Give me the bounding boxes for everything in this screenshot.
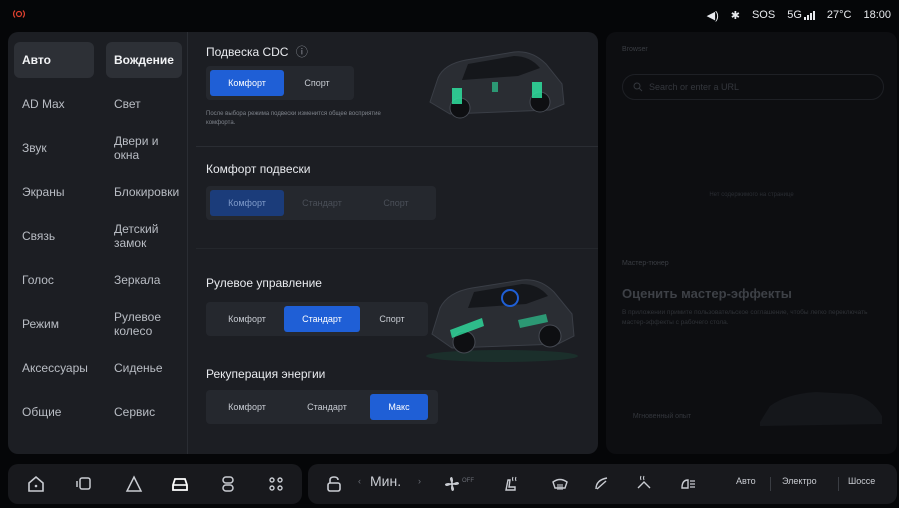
nav-item-connection[interactable]: Связь — [14, 218, 94, 254]
steering-sport-option[interactable]: Спорт — [360, 306, 424, 332]
instant-experience-button[interactable]: Мгновенный опыт — [622, 412, 702, 422]
media-icon[interactable] — [74, 474, 94, 494]
car-silhouette-icon — [760, 392, 882, 426]
browser-label: Browser — [622, 46, 648, 53]
settings-panel: Авто AD Max Звук Экраны Связь Голос Режи… — [8, 32, 598, 454]
seat-heat-icon[interactable] — [500, 474, 520, 494]
dock-apps — [8, 464, 302, 504]
nav-item-mirrors[interactable]: Зеркала — [106, 262, 182, 298]
signal-icon — [803, 10, 815, 20]
network-indicator: 5G — [787, 9, 815, 21]
regen-segmented-control: Комфорт Стандарт Макс — [206, 390, 438, 424]
recording-indicator-icon — [12, 8, 26, 22]
widget-panel: Browser Search or enter a URL Нет содерж… — [606, 32, 897, 454]
regen-max-option[interactable]: Макс — [370, 394, 428, 420]
regen-comfort-option[interactable]: Комфорт — [210, 394, 284, 420]
lock-icon[interactable] — [324, 474, 344, 494]
no-content-text: Нет содержимого на странице — [709, 192, 794, 198]
seat-icon[interactable] — [218, 474, 238, 494]
browser-search-bar[interactable]: Search or enter a URL — [622, 74, 884, 100]
dock-separator — [838, 477, 839, 491]
cdc-comfort-option[interactable]: Комфорт — [210, 70, 284, 96]
fan-speed-value: Мин. — [370, 473, 402, 489]
cdc-segmented-control: Комфорт Спорт — [206, 66, 354, 100]
nav-item-doors-windows[interactable]: Двери и окна — [106, 130, 182, 166]
volume-icon[interactable]: ◀) — [707, 9, 719, 22]
search-placeholder: Search or enter a URL — [649, 82, 740, 92]
nav-item-sound[interactable]: Звук — [14, 130, 94, 166]
cdc-sport-option[interactable]: Спорт — [284, 70, 350, 96]
steering-comfort-option[interactable]: Комфорт — [210, 306, 284, 332]
home-icon[interactable] — [26, 474, 46, 494]
master-tuner-description: В приложении примите пользовательское со… — [622, 309, 868, 326]
master-tuner-title[interactable]: Оценить мастер-эффекты — [622, 286, 792, 301]
car-settings-icon[interactable] — [170, 474, 190, 494]
suspension-comfort-title: Комфорт подвески — [206, 162, 311, 176]
apps-grid-icon[interactable] — [266, 474, 286, 494]
fan-icon[interactable] — [442, 474, 462, 494]
car-suspension-illustration — [429, 51, 565, 119]
regen-title: Рекуперация энергии — [206, 367, 326, 381]
info-icon[interactable]: ⓘ — [296, 45, 308, 59]
car-steering-illustration — [426, 279, 578, 362]
drive-mode-electric-button[interactable]: Электро — [782, 476, 817, 486]
dock-climate: ‹ Мин. › OFF Авто Электро Шоссе — [308, 464, 897, 504]
nav-item-steering-wheel[interactable]: Рулевое колесо — [106, 306, 182, 342]
nav-item-mode[interactable]: Режим — [14, 306, 94, 342]
nav-item-accessories[interactable]: Аксессуары — [14, 350, 94, 386]
nav-item-locks[interactable]: Блокировки — [106, 174, 182, 210]
secondary-nav: Вождение Свет Двери и окна Блокировки Де… — [100, 32, 188, 454]
nav-item-lights[interactable]: Свет — [106, 86, 182, 122]
cdc-title: Подвеска CDC — [206, 45, 289, 59]
master-tuner-label: Мастер-тюнер — [622, 260, 669, 267]
nav-item-auto[interactable]: Авто — [14, 42, 94, 78]
temperature: 27°C — [826, 9, 852, 21]
settings-content: Подвеска CDC ⓘ Комфорт Спорт После выбор… — [196, 32, 598, 454]
fan-speed-decrease-icon[interactable]: ‹ — [358, 476, 361, 486]
divider — [196, 146, 598, 147]
nav-item-voice[interactable]: Голос — [14, 262, 94, 298]
cdc-note: После выбора режима подвески изменится о… — [206, 111, 381, 126]
network-type: 5G — [787, 9, 802, 21]
suspension-sport-option[interactable]: Спорт — [360, 190, 432, 216]
rear-defrost-icon[interactable] — [550, 474, 570, 494]
bluetooth-icon[interactable]: ✱ — [731, 9, 740, 22]
sos-button[interactable]: SOS — [752, 9, 775, 21]
steering-heat-icon[interactable] — [634, 474, 654, 494]
dock-separator — [770, 477, 771, 491]
divider — [196, 248, 598, 249]
fan-off-label: OFF — [462, 478, 474, 484]
nav-item-driving[interactable]: Вождение — [106, 42, 182, 78]
headlight-icon[interactable] — [678, 474, 698, 494]
suspension-comfort-segmented-control: Комфорт Стандарт Спорт — [206, 186, 436, 220]
nav-item-ad-max[interactable]: AD Max — [14, 86, 94, 122]
steering-title: Рулевое управление — [206, 276, 322, 290]
bottom-dock: ‹ Мин. › OFF Авто Электро Шоссе — [0, 460, 899, 508]
nav-item-seat[interactable]: Сиденье — [106, 350, 182, 386]
navigation-icon[interactable] — [124, 474, 144, 494]
search-icon — [633, 82, 643, 92]
steering-segmented-control: Комфорт Стандарт Спорт — [206, 302, 428, 336]
nav-item-general[interactable]: Общие — [14, 394, 94, 430]
nav-item-screens[interactable]: Экраны — [14, 174, 94, 210]
cdc-title-row: Подвеска CDC ⓘ — [206, 43, 308, 60]
fan-speed-increase-icon[interactable]: › — [418, 476, 421, 486]
primary-nav: Авто AD Max Звук Экраны Связь Голос Режи… — [8, 32, 100, 454]
suspension-standard-option[interactable]: Стандарт — [284, 190, 360, 216]
nav-item-child-lock[interactable]: Детский замок — [106, 218, 182, 254]
wiper-icon[interactable] — [592, 474, 612, 494]
clock: 18:00 — [863, 9, 891, 21]
drive-mode-auto-button[interactable]: Авто — [736, 476, 756, 486]
drive-mode-highway-button[interactable]: Шоссе — [848, 476, 875, 486]
nav-item-service[interactable]: Сервис — [106, 394, 182, 430]
steering-standard-option[interactable]: Стандарт — [284, 306, 360, 332]
status-bar: ◀) ✱ SOS 5G 27°C 18:00 — [0, 0, 899, 30]
suspension-comfort-option[interactable]: Комфорт — [210, 190, 284, 216]
regen-standard-option[interactable]: Стандарт — [284, 394, 370, 420]
